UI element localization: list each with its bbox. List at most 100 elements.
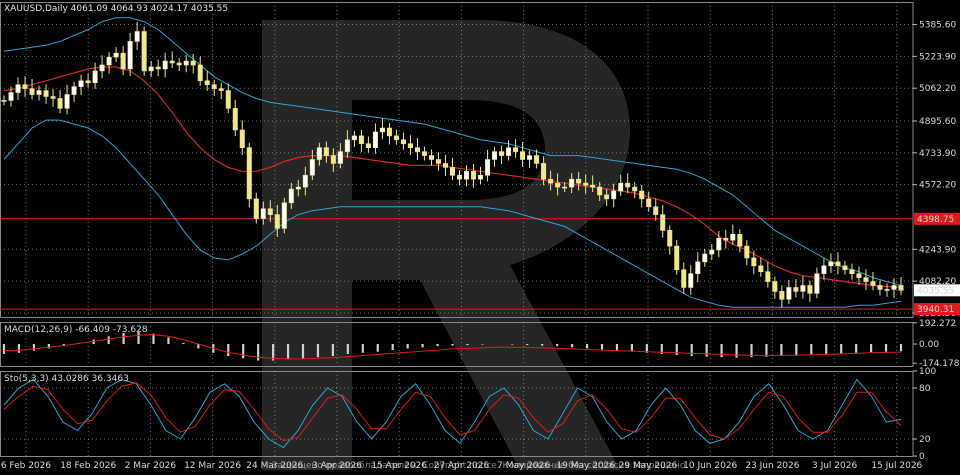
candle-body[interactable] <box>471 171 477 180</box>
candle-body[interactable] <box>464 171 470 180</box>
candle-body[interactable] <box>50 96 56 99</box>
candle-body[interactable] <box>127 41 133 70</box>
candle-body[interactable] <box>604 194 610 200</box>
candle-body[interactable] <box>737 234 743 247</box>
candle-body[interactable] <box>148 66 154 72</box>
candle-body[interactable] <box>569 178 575 188</box>
candle-body[interactable] <box>842 265 848 271</box>
candle-body[interactable] <box>218 88 224 91</box>
candle-body[interactable] <box>583 182 589 186</box>
candle-body[interactable] <box>309 159 315 176</box>
candle-body[interactable] <box>393 135 399 141</box>
candle-body[interactable] <box>344 139 350 152</box>
candle-body[interactable] <box>442 163 448 168</box>
candle-body[interactable] <box>541 163 547 180</box>
candle-body[interactable] <box>723 237 729 241</box>
candle-body[interactable] <box>898 285 904 291</box>
candle-body[interactable] <box>751 257 757 267</box>
candle-body[interactable] <box>863 277 869 282</box>
candle-body[interactable] <box>499 151 505 156</box>
candle-body[interactable] <box>141 31 147 72</box>
candle-body[interactable] <box>681 269 687 288</box>
candle-body[interactable] <box>814 273 820 294</box>
candle-body[interactable] <box>428 155 434 160</box>
candle-body[interactable] <box>106 56 112 66</box>
candle-body[interactable] <box>674 245 680 271</box>
candle-body[interactable] <box>239 129 245 148</box>
candle-body[interactable] <box>267 208 273 215</box>
candle-body[interactable] <box>337 151 343 164</box>
candle-body[interactable] <box>15 84 21 93</box>
candle-body[interactable] <box>232 108 238 131</box>
candle-body[interactable] <box>800 285 806 292</box>
candle-body[interactable] <box>506 147 512 156</box>
candle-body[interactable] <box>134 31 140 42</box>
candle-body[interactable] <box>288 188 294 204</box>
candle-body[interactable] <box>478 174 484 180</box>
candle-body[interactable] <box>709 249 715 255</box>
candle-body[interactable] <box>302 174 308 188</box>
candle-body[interactable] <box>414 147 420 152</box>
candle-body[interactable] <box>772 281 778 292</box>
candle-body[interactable] <box>435 159 441 164</box>
candle-body[interactable] <box>653 206 659 215</box>
candle-body[interactable] <box>891 285 897 290</box>
candle-body[interactable] <box>618 182 624 192</box>
candle-body[interactable] <box>386 127 392 137</box>
candle-body[interactable] <box>78 80 84 87</box>
candle-body[interactable] <box>274 214 280 229</box>
candle-body[interactable] <box>744 245 750 259</box>
candle-body[interactable] <box>485 159 491 176</box>
candle-body[interactable] <box>884 289 890 291</box>
candle-body[interactable] <box>548 178 554 184</box>
candle-body[interactable] <box>765 271 771 282</box>
candle-body[interactable] <box>667 230 673 247</box>
candle-body[interactable] <box>99 64 105 72</box>
candle-body[interactable] <box>120 52 126 70</box>
candle-body[interactable] <box>849 269 855 274</box>
candle-body[interactable] <box>85 80 91 84</box>
candle-body[interactable] <box>253 198 259 219</box>
candle-body[interactable] <box>183 60 189 66</box>
candle-body[interactable] <box>492 151 498 160</box>
candle-body[interactable] <box>323 147 329 156</box>
candle-body[interactable] <box>190 60 196 66</box>
candle-body[interactable] <box>457 174 463 180</box>
candle-body[interactable] <box>225 90 231 109</box>
candle-body[interactable] <box>71 86 77 95</box>
candle-body[interactable] <box>534 155 540 164</box>
candle-body[interactable] <box>793 287 799 292</box>
trading-chart[interactable]: 6 Feb 2026 18 Feb 2026 2 Mar 2026 12 Mar 20… <box>0 0 960 475</box>
candle-body[interactable] <box>92 70 98 84</box>
candle-body[interactable] <box>576 178 582 184</box>
candle-body[interactable] <box>513 147 519 152</box>
candle-body[interactable] <box>779 291 785 300</box>
candle-body[interactable] <box>365 143 371 148</box>
candle-body[interactable] <box>22 84 28 89</box>
candle-body[interactable] <box>421 151 427 156</box>
candle-body[interactable] <box>372 131 378 148</box>
candle-body[interactable] <box>730 234 736 241</box>
candle-body[interactable] <box>400 139 406 145</box>
candle-body[interactable] <box>8 92 14 101</box>
candle-body[interactable] <box>57 98 63 109</box>
candle-body[interactable] <box>358 135 364 145</box>
candle-body[interactable] <box>562 186 568 189</box>
candle-body[interactable] <box>211 84 217 89</box>
candle-body[interactable] <box>295 186 301 190</box>
candle-body[interactable] <box>807 285 813 294</box>
candle-body[interactable] <box>646 198 652 208</box>
candle-body[interactable] <box>625 182 631 188</box>
candle-body[interactable] <box>828 261 834 267</box>
candle-body[interactable] <box>786 287 792 300</box>
candle-body[interactable] <box>527 155 533 160</box>
candle-body[interactable] <box>716 237 722 251</box>
candle-body[interactable] <box>702 253 708 263</box>
candle-body[interactable] <box>204 80 210 85</box>
candle-body[interactable] <box>632 186 638 192</box>
candle-body[interactable] <box>64 94 70 109</box>
candle-body[interactable] <box>449 167 455 176</box>
candle-body[interactable] <box>351 135 357 141</box>
candle-body[interactable] <box>29 88 35 95</box>
candle-body[interactable] <box>162 60 168 70</box>
